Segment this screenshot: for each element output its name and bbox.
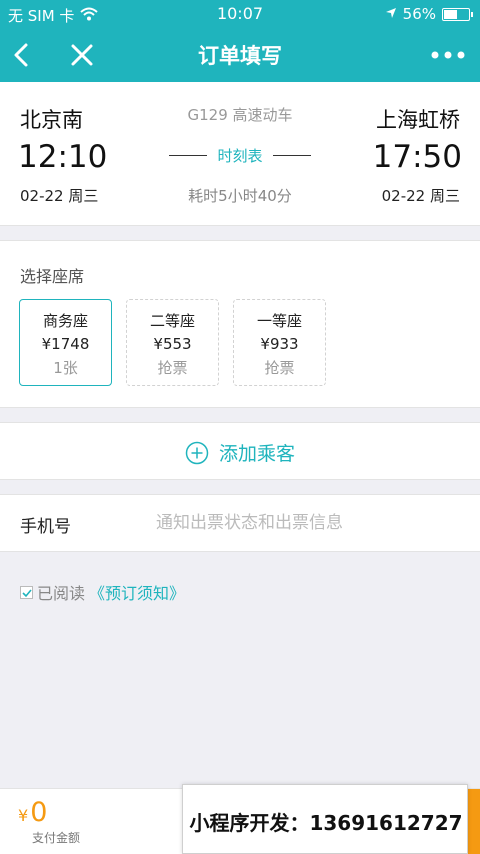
phone-label: 手机号: [20, 517, 71, 537]
divider-line: [272, 154, 311, 157]
seat-selection-card: 选择座席 商务座 ¥1748 1张 二等座 ¥553 抢票 一等座 ¥933 抢…: [0, 240, 480, 408]
payment-label: 支付金额: [32, 831, 81, 845]
battery-percent: 56%: [402, 5, 436, 23]
battery-icon: [442, 7, 473, 21]
seat-price: ¥933: [260, 335, 299, 353]
trip-duration: 耗时5小时40分: [188, 187, 292, 205]
add-passenger-button[interactable]: 添加乘客: [0, 422, 480, 480]
seat-option-business[interactable]: 商务座 ¥1748 1张: [19, 299, 112, 386]
seat-price: ¥553: [153, 335, 192, 353]
agreement-text: 已阅读: [37, 584, 86, 603]
nav-bar: 订单填写: [0, 28, 480, 82]
seat-price: ¥1748: [41, 335, 90, 353]
phone-input[interactable]: [156, 505, 456, 541]
seat-availability: 抢票: [264, 359, 295, 377]
seat-name: 二等座: [149, 312, 195, 330]
currency-symbol: ¥: [18, 806, 29, 825]
battery-fill: [444, 9, 457, 19]
location-arrow-icon: [385, 5, 397, 23]
promo-overlay: 小程序开发：13691612727: [182, 784, 468, 854]
status-right: 56%: [385, 5, 473, 23]
train-number: G129 高速动车: [187, 106, 293, 124]
agreement-checkbox[interactable]: [20, 585, 33, 599]
divider-line: [169, 154, 208, 157]
seat-availability: 抢票: [157, 359, 188, 377]
schedule-row: 时刻表: [0, 145, 480, 166]
promo-text: 小程序开发：13691612727: [189, 811, 463, 835]
train-info-card: 北京南 上海虹桥 G129 高速动车 12:10 17:50 时刻表 02-22…: [0, 82, 480, 226]
amount-value: 0: [30, 797, 48, 828]
agreement-row: 已阅读 《预订须知》: [20, 580, 185, 604]
seat-option-second-class[interactable]: 二等座 ¥553 抢票: [126, 299, 219, 386]
add-passenger-label: 添加乘客: [218, 443, 295, 465]
payment-amount: ¥ 0: [18, 797, 47, 828]
page-title: 订单填写: [198, 44, 282, 68]
seat-name: 商务座: [42, 312, 88, 330]
seat-option-first-class[interactable]: 一等座 ¥933 抢票: [233, 299, 326, 386]
check-icon: [22, 588, 32, 597]
seat-section-label: 选择座席: [20, 267, 85, 286]
seat-name: 一等座: [256, 312, 302, 330]
plus-circle-icon: [185, 441, 209, 464]
status-bar: 无 SIM 卡 10:07 56%: [0, 0, 480, 28]
add-passenger-row: 添加乘客: [0, 439, 480, 466]
more-dots-icon: [431, 51, 465, 59]
schedule-link[interactable]: 时刻表: [217, 145, 262, 166]
booking-notice-link[interactable]: 《预订须知》: [89, 580, 185, 604]
more-button[interactable]: [428, 38, 468, 72]
seat-availability: 1张: [53, 359, 78, 377]
phone-row: 手机号: [0, 494, 480, 552]
